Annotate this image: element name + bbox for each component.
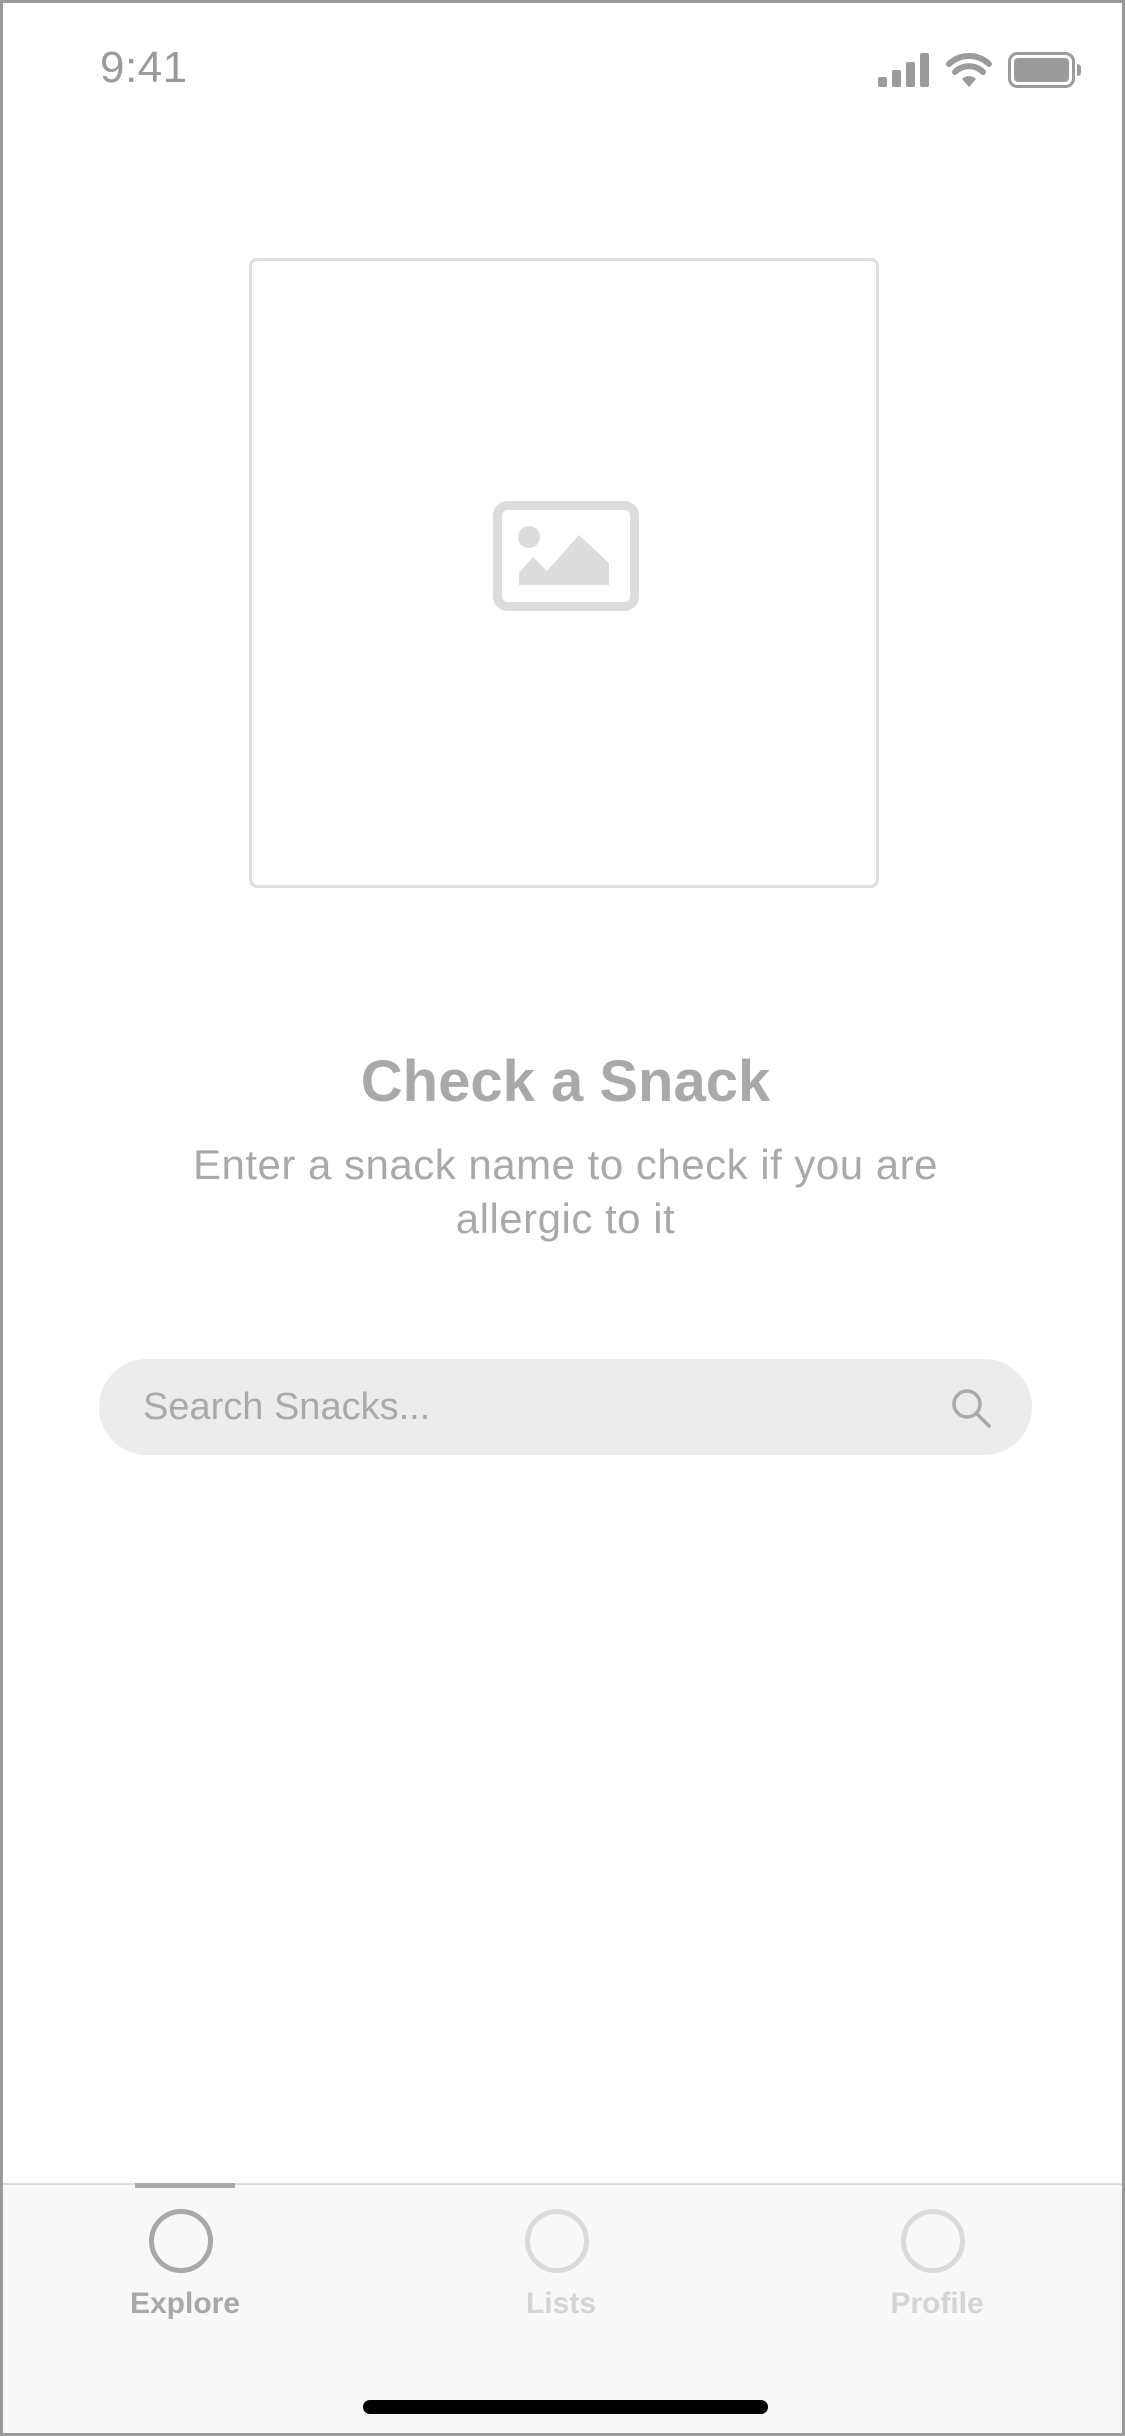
page-subtitle: Enter a snack name to check if you are a…: [192, 1141, 939, 1242]
tab-lists[interactable]: Lists: [461, 2185, 661, 2335]
page-title: Check a Snack: [360, 1049, 771, 1114]
tab-label-lists: Lists: [525, 2287, 597, 2320]
active-tab-indicator: [135, 2183, 235, 2188]
snack-image-placeholder: [249, 258, 879, 888]
home-indicator[interactable]: [363, 2400, 768, 2414]
status-time: 9:41: [100, 43, 188, 92]
battery-icon: [1008, 52, 1082, 88]
status-icons: [878, 48, 1082, 92]
tab-profile[interactable]: Profile: [837, 2185, 1037, 2335]
tab-explore[interactable]: Explore: [85, 2183, 285, 2335]
lists-circle-icon: [525, 2209, 589, 2273]
profile-circle-icon: [901, 2209, 965, 2273]
signal-icon: [878, 53, 930, 87]
tab-bar: Explore Lists Profile: [3, 2183, 1122, 2433]
search-icon[interactable]: [950, 1387, 992, 1434]
explore-circle-icon: [149, 2209, 213, 2273]
image-placeholder-icon: [493, 501, 639, 616]
wifi-icon: [946, 53, 992, 87]
tab-label-profile: Profile: [890, 2287, 984, 2320]
tab-label-explore: Explore: [129, 2287, 241, 2320]
app-screen: 9:41 Check a Snack Enter a snack name to…: [0, 0, 1125, 2436]
search-bar[interactable]: [99, 1359, 1032, 1455]
search-input[interactable]: [143, 1359, 923, 1455]
